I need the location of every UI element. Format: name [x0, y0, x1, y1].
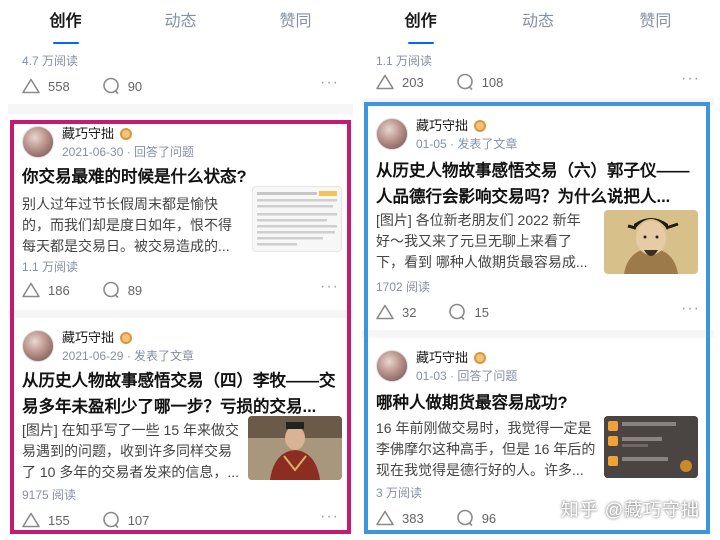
like-button[interactable]: 558 [22, 78, 70, 94]
tab-activity[interactable]: 动态 [479, 0, 596, 46]
tab-create[interactable]: 创作 [8, 0, 123, 46]
upvote-triangle-icon [376, 74, 394, 90]
highlight-frame-left [10, 120, 351, 534]
highlight-frame-right [364, 102, 710, 534]
more-options-icon[interactable]: ··· [681, 71, 700, 87]
comment-count: 108 [481, 74, 504, 90]
watermark: 知乎 @藏巧守拙 [560, 500, 700, 520]
like-count: 203 [402, 74, 424, 90]
profile-tabs: 创作 动态 赞同 [362, 0, 714, 46]
view-count: 1.1 万阅读 [376, 54, 433, 68]
more-options-icon[interactable]: ··· [320, 75, 339, 91]
action-bar: 203 108 ··· [376, 71, 700, 92]
upvote-triangle-icon [22, 78, 40, 94]
view-count: 4.7 万阅读 [22, 54, 79, 68]
action-bar: 558 90 ··· [22, 75, 339, 96]
comment-button[interactable]: 90 [102, 77, 142, 95]
tab-activity[interactable]: 动态 [123, 0, 238, 46]
like-button[interactable]: 203 [376, 74, 424, 90]
previous-item-footer: 4.7 万阅读 558 90 ··· [8, 46, 353, 104]
tab-upvoted[interactable]: 赞同 [597, 0, 714, 46]
tab-upvoted[interactable]: 赞同 [238, 0, 353, 46]
profile-tabs: 创作 动态 赞同 [8, 0, 353, 46]
comment-button[interactable]: 108 [456, 73, 504, 91]
comment-bubble-icon [102, 77, 119, 95]
comment-bubble-icon [456, 73, 473, 91]
comment-count: 90 [127, 78, 143, 94]
previous-item-footer: 1.1 万阅读 203 108 ··· [362, 46, 714, 98]
like-count: 558 [48, 78, 70, 94]
tab-create[interactable]: 创作 [362, 0, 479, 46]
